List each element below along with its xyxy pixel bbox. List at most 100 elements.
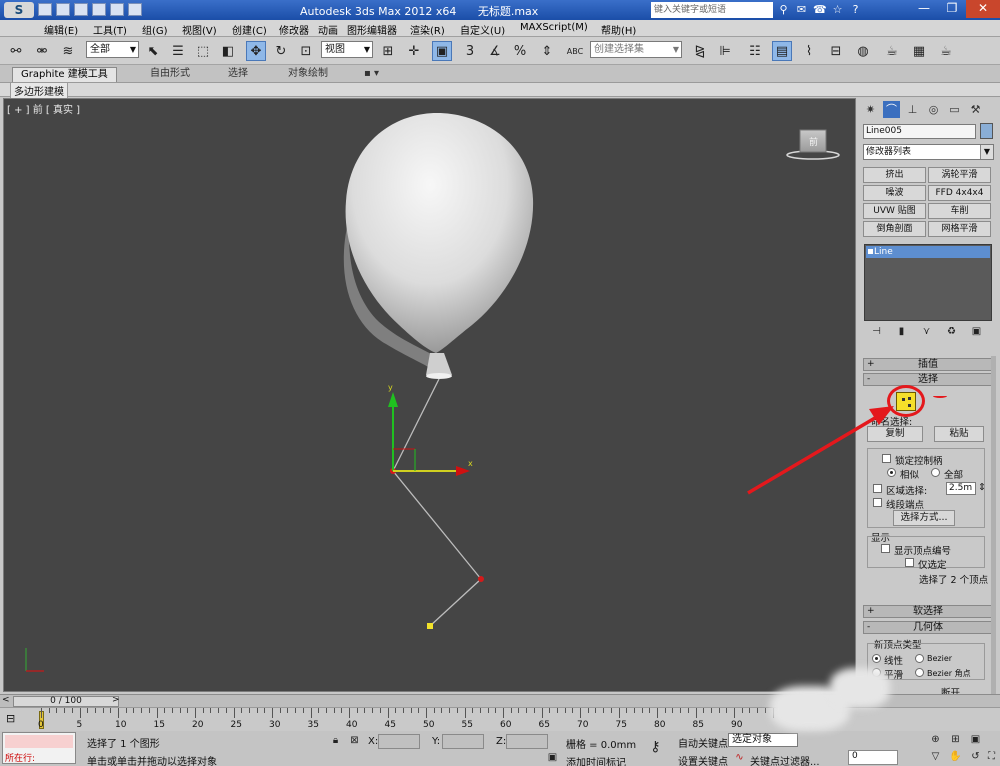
track-tick: [79, 708, 81, 718]
track-tick: [464, 708, 466, 718]
track-tick: [233, 708, 235, 718]
current-frame-field[interactable]: 0: [848, 750, 898, 765]
track-tick: [118, 708, 119, 718]
track-tick: [426, 708, 427, 718]
track-tick: [572, 708, 574, 713]
track-tick-label: 60: [500, 720, 512, 730]
time-slider-handle[interactable]: 0 / 100: [13, 696, 119, 707]
pan-icon[interactable]: ✋: [948, 750, 963, 764]
track-bar[interactable]: ⊟ 0 5 10 15 20 25 30 35 40 45 50 55 60 65 70 75 80 85 90: [0, 707, 1000, 731]
y-coordinate-field[interactable]: [442, 734, 484, 749]
track-tick: [503, 708, 504, 718]
y-label: Y:: [432, 736, 441, 747]
track-tick: [279, 708, 281, 713]
track-tick: [202, 708, 204, 713]
track-tick: [734, 708, 735, 718]
track-tick: [110, 708, 112, 713]
auto-key-button[interactable]: 自动关键点: [678, 735, 728, 750]
track-tick: [64, 708, 66, 713]
track-tick-label: 80: [654, 720, 666, 730]
key-mode-dropdown[interactable]: 选定对象: [728, 733, 798, 747]
track-tick: [479, 708, 481, 713]
absolute-mode-icon[interactable]: ⊠: [347, 734, 362, 748]
track-tick: [549, 708, 551, 713]
track-tick: [248, 708, 250, 713]
track-tick: [741, 708, 743, 713]
track-tick: [418, 708, 420, 713]
zoom-all-icon[interactable]: ⊞: [948, 733, 963, 747]
track-tick: [718, 708, 720, 713]
time-slider-next-icon[interactable]: >: [112, 695, 120, 705]
zoom-icon[interactable]: ⊕: [928, 733, 943, 747]
time-slider-prev-icon[interactable]: <: [2, 695, 10, 705]
track-tick-label: 65: [538, 720, 550, 730]
track-tick: [171, 708, 173, 713]
mini-curve-editor-icon[interactable]: ⊟: [6, 712, 15, 725]
track-tick: [187, 708, 189, 713]
track-tick: [580, 708, 581, 718]
time-tag-icon[interactable]: ▣: [545, 751, 560, 765]
z-coordinate-field[interactable]: [506, 734, 548, 749]
maxscript-input[interactable]: [5, 735, 73, 748]
track-tick-label: 30: [269, 720, 281, 730]
track-tick: [349, 708, 350, 718]
key-filters-button[interactable]: 关键点过滤器...: [750, 753, 820, 766]
track-tick: [325, 708, 327, 713]
set-key-button[interactable]: 设置关键点: [678, 753, 728, 766]
track-tick: [356, 708, 358, 713]
track-tick-label: 85: [692, 720, 704, 730]
track-tick: [94, 708, 96, 713]
track-tick: [564, 708, 566, 713]
track-tick: [56, 708, 58, 713]
track-tick: [510, 708, 512, 713]
x-coordinate-field[interactable]: [378, 734, 420, 749]
track-tick: [295, 708, 297, 713]
set-key-curve-icon[interactable]: ∿: [732, 751, 747, 765]
track-tick: [210, 708, 212, 713]
track-tick: [433, 708, 435, 713]
track-tick: [402, 708, 404, 713]
track-tick: [526, 708, 528, 713]
zoom-extents-icon[interactable]: ▣: [968, 733, 983, 747]
track-tick-label: 45: [384, 720, 396, 730]
maxscript-listener[interactable]: 所在行:: [2, 732, 76, 764]
track-tick: [179, 708, 181, 713]
grid-spacing: 栅格 = 0.0mm: [566, 740, 637, 751]
maximize-viewport-icon[interactable]: ⛶: [984, 750, 999, 764]
add-time-tag[interactable]: 添加时间标记: [566, 754, 626, 766]
track-tick-label: 0: [38, 720, 44, 730]
track-tick: [764, 708, 766, 713]
track-tick: [441, 708, 443, 713]
track-tick: [225, 708, 227, 713]
selection-lock-icon[interactable]: 🔒︎: [328, 734, 343, 748]
track-tick: [472, 708, 474, 713]
key-icon[interactable]: ⚷: [648, 740, 663, 754]
track-tick: [703, 708, 705, 713]
track-tick: [41, 708, 42, 718]
track-tick: [449, 708, 451, 713]
track-tick: [757, 708, 759, 713]
track-tick: [680, 708, 682, 713]
track-tick: [410, 708, 412, 713]
track-tick: [372, 708, 374, 713]
track-tick: [156, 708, 158, 718]
track-tick: [618, 708, 620, 718]
track-tick: [387, 708, 389, 718]
track-tick: [341, 708, 343, 713]
track-tick: [125, 708, 127, 713]
track-tick: [541, 708, 543, 718]
track-tick: [641, 708, 643, 713]
track-tick: [71, 708, 73, 713]
orbit-icon[interactable]: ↺: [968, 750, 983, 764]
track-tick: [595, 708, 597, 713]
track-tick-label: 50: [423, 720, 435, 730]
track-tick-label: 20: [192, 720, 204, 730]
track-tick: [364, 708, 366, 713]
track-tick: [395, 708, 397, 713]
track-tick-label: 75: [615, 720, 627, 730]
field-of-view-icon[interactable]: ▽: [928, 750, 943, 764]
track-tick: [603, 708, 605, 713]
track-tick-label: 5: [76, 720, 83, 730]
maxscript-line-label: 所在行:: [5, 754, 36, 764]
track-tick: [87, 708, 89, 713]
